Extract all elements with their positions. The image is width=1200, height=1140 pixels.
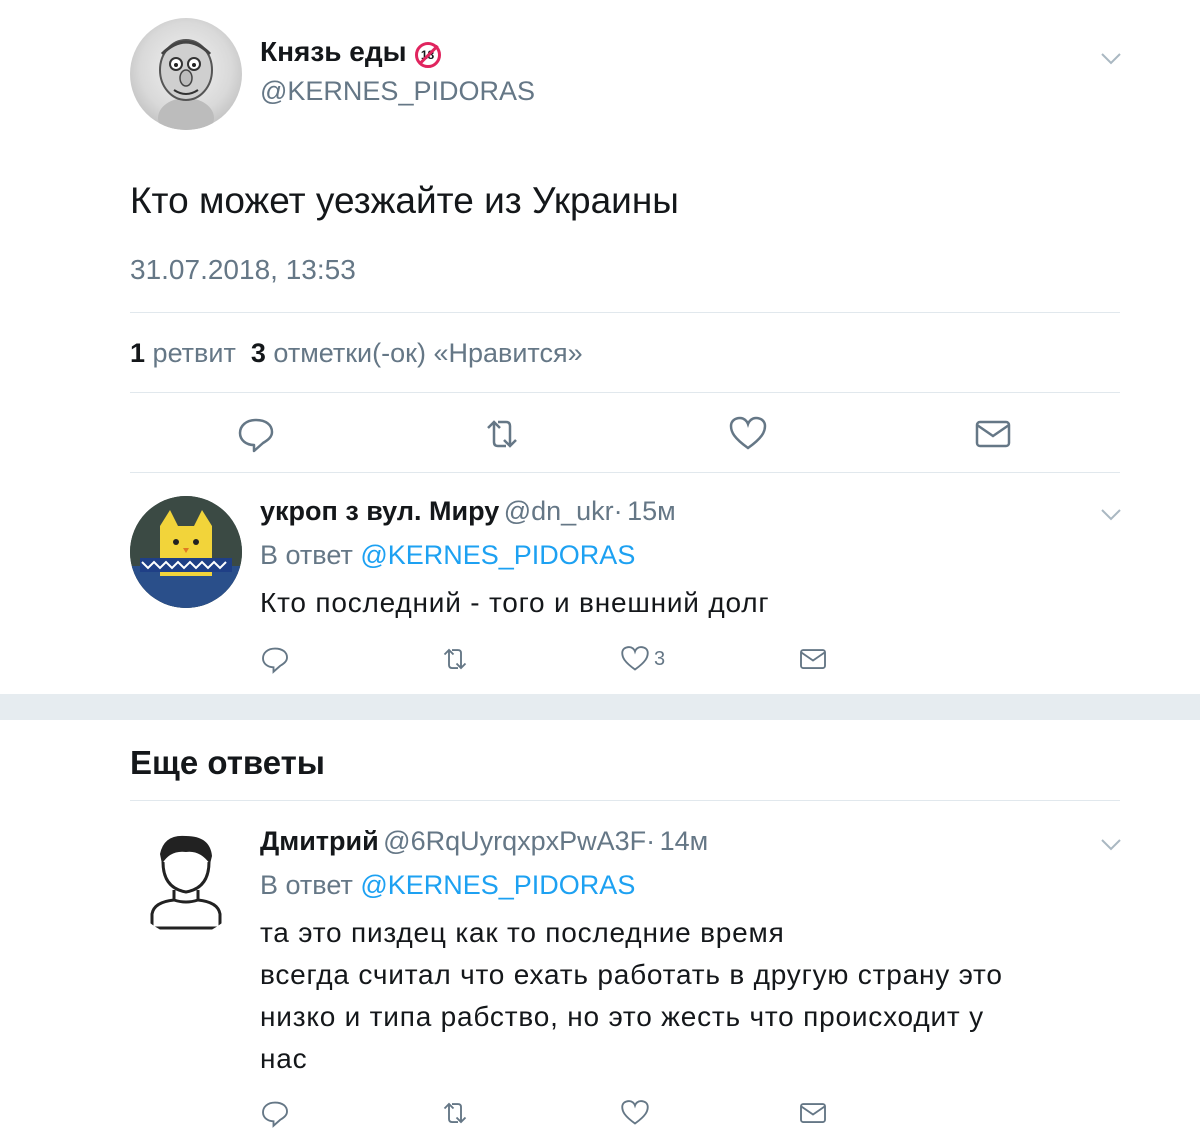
like-icon[interactable] — [728, 414, 768, 454]
reply-text-line: всегда считал что ехать работать в другу… — [260, 959, 1003, 990]
reply-icon[interactable] — [260, 1098, 290, 1128]
reply-text-line: нас — [260, 1043, 308, 1074]
reply-header: укроп з вул. Миру @dn_ukr· 15м — [260, 496, 676, 527]
meta-separator: · — [646, 826, 656, 856]
in-reply-to-link[interactable]: @KERNES_PIDORAS — [360, 870, 635, 900]
divider — [130, 392, 1120, 393]
author-name[interactable]: Князь еды 18 — [260, 36, 441, 68]
like-stat[interactable]: 3 отметки(-ок) «Нравится» — [251, 338, 583, 368]
dm-icon[interactable] — [798, 1098, 828, 1128]
reply-time[interactable]: 15м — [627, 496, 676, 526]
default-person-avatar-image — [150, 835, 222, 930]
owl-toy-avatar-image — [130, 496, 242, 608]
like-icon[interactable] — [620, 1098, 650, 1128]
tweet-text: Кто может уезжайте из Украины — [130, 180, 679, 221]
chevron-down-icon[interactable] — [1100, 508, 1122, 522]
meta-separator: · — [613, 496, 623, 526]
reply-author-name[interactable]: Дмитрий — [260, 826, 379, 856]
retweet-stat[interactable]: 1 ретвит — [130, 338, 236, 368]
retweet-icon[interactable] — [440, 1098, 470, 1128]
author-handle[interactable]: @KERNES_PIDORAS — [260, 76, 535, 107]
section-separator — [0, 694, 1200, 720]
in-reply-to-link[interactable]: @KERNES_PIDORAS — [360, 540, 635, 570]
like-icon[interactable] — [620, 644, 650, 674]
divider — [130, 312, 1120, 313]
divider — [130, 472, 1120, 473]
reply-author-name[interactable]: укроп з вул. Миру — [260, 496, 499, 526]
reply-text: та это пиздец как то последние время все… — [260, 912, 1140, 1080]
in-reply-to: В ответ @KERNES_PIDORAS — [260, 540, 636, 570]
tweet-stats: 1 ретвит 3 отметки(-ок) «Нравится» — [130, 338, 583, 369]
chevron-down-icon[interactable] — [1100, 838, 1122, 852]
reply-avatar[interactable] — [130, 824, 242, 936]
dm-icon[interactable] — [798, 644, 828, 674]
caricature-avatar-image — [158, 39, 214, 130]
retweet-icon[interactable] — [440, 644, 470, 674]
reply-like-count: 3 — [654, 648, 666, 670]
chevron-down-icon[interactable] — [1100, 52, 1122, 66]
reply-icon[interactable] — [260, 644, 290, 674]
reply-author-handle[interactable]: @dn_ukr — [504, 496, 614, 526]
reply-text-line: низко и типа рабство, но это жесть что п… — [260, 1001, 984, 1032]
dm-icon[interactable] — [973, 414, 1013, 454]
reply-icon[interactable] — [236, 414, 276, 454]
reply-author-handle[interactable]: @6RqUyrqxpxPwA3F — [383, 826, 646, 856]
in-reply-to: В ответ @KERNES_PIDORAS — [260, 870, 636, 900]
author-avatar[interactable] — [130, 18, 242, 130]
tweet-timestamp[interactable]: 31.07.2018, 13:53 — [130, 254, 356, 286]
reply-time[interactable]: 14м — [660, 826, 709, 856]
retweet-icon[interactable] — [482, 414, 522, 454]
divider — [130, 800, 1120, 801]
reply-avatar[interactable] — [130, 496, 242, 608]
reply-text-line: та это пиздец как то последние время — [260, 917, 785, 948]
adult-badge-icon: 18 — [414, 42, 441, 68]
reply-header: Дмитрий @6RqUyrqxpxPwA3F· 14м — [260, 826, 708, 857]
reply-text: Кто последний - того и внешний долг — [260, 587, 770, 618]
more-replies-title: Еще ответы — [130, 744, 325, 781]
